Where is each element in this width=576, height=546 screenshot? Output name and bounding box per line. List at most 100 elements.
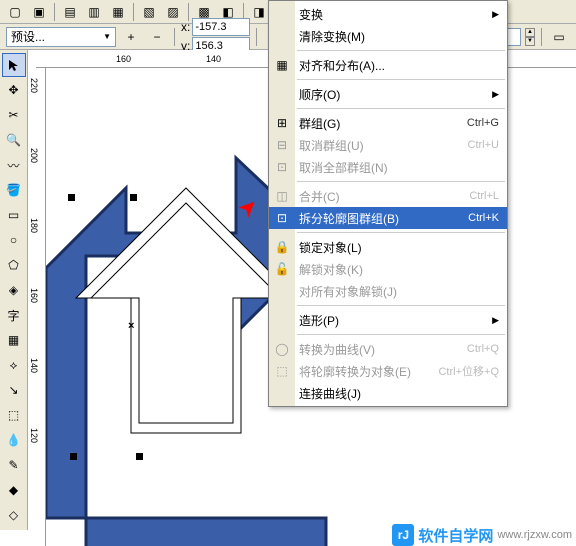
watermark-logo-icon: rJ: [392, 524, 414, 546]
menu-item-shortcut: Ctrl+U: [468, 139, 499, 151]
table-tool[interactable]: ▦: [2, 328, 26, 352]
rectangle-tool[interactable]: ▭: [2, 203, 26, 227]
menu-item-icon: ⊡: [273, 211, 291, 225]
menu-item-label: 解锁对象(K): [299, 261, 499, 278]
watermark-url: www.rjzxw.com: [497, 529, 572, 541]
remove-preset-button[interactable]: −: [146, 27, 168, 47]
outline-tool[interactable]: ✎: [2, 453, 26, 477]
menu-item-label: 造形(P): [299, 312, 492, 329]
zoom-tool[interactable]: 🔍: [2, 128, 26, 152]
x-label: x:: [181, 20, 190, 34]
interactive-fill-tool[interactable]: ◇: [2, 503, 26, 527]
menu-item-label: 拆分轮廓图群组(B): [299, 210, 468, 227]
menu-item-label: 对齐和分布(A)...: [299, 57, 499, 74]
menu-item-label: 取消全部群组(N): [299, 159, 499, 176]
toolbar-btn[interactable]: ▭: [548, 27, 570, 47]
spinner[interactable]: ▲▼: [525, 28, 535, 46]
menu-item-shortcut: Ctrl+位移+Q: [438, 363, 499, 379]
menu-item: 对所有对象解锁(J): [269, 280, 507, 302]
menu-item[interactable]: 造形(P)▶: [269, 309, 507, 331]
menu-item-label: 取消群组(U): [299, 137, 468, 154]
pick-tool[interactable]: [2, 53, 26, 77]
menu-item-icon: ⊟: [273, 138, 291, 152]
menu-separator: [297, 334, 505, 335]
text-tool[interactable]: 字: [2, 303, 26, 327]
selection-center-icon: ×: [128, 320, 134, 332]
menu-separator: [297, 79, 505, 80]
ellipse-tool[interactable]: ○: [2, 228, 26, 252]
menu-item-icon: ▦: [273, 58, 291, 72]
menu-item-label: 将轮廓转换为对象(E): [299, 363, 438, 380]
menu-item[interactable]: ⊡ 拆分轮廓图群组(B)Ctrl+K: [269, 207, 507, 229]
menu-item-shortcut: Ctrl+L: [469, 190, 499, 202]
toolbar-btn[interactable]: ▣: [28, 2, 50, 22]
toolbar-btn[interactable]: ▤: [59, 2, 81, 22]
menu-item-icon: ◯: [273, 342, 291, 356]
menu-item[interactable]: ▦ 对齐和分布(A)...: [269, 54, 507, 76]
interactive-tool[interactable]: ⬚: [2, 403, 26, 427]
menu-item: ◫ 合并(C)Ctrl+L: [269, 185, 507, 207]
selection-handle[interactable]: [68, 194, 75, 201]
menu-separator: [297, 181, 505, 182]
menu-item: 🔓 解锁对象(K): [269, 258, 507, 280]
watermark-text: 软件自学网: [418, 525, 493, 546]
menu-item-label: 转换为曲线(V): [299, 341, 467, 358]
menu-item-label: 连接曲线(J): [299, 385, 499, 402]
toolbar-btn[interactable]: ▦: [107, 2, 129, 22]
crop-tool[interactable]: ✂: [2, 103, 26, 127]
menu-item: ⊟ 取消群组(U)Ctrl+U: [269, 134, 507, 156]
menu-item-shortcut: Ctrl+K: [468, 212, 499, 224]
menu-item-label: 对所有对象解锁(J): [299, 283, 499, 300]
menu-item-label: 清除变换(M): [299, 28, 499, 45]
toolbar-btn[interactable]: ▥: [83, 2, 105, 22]
menu-separator: [297, 305, 505, 306]
menu-item[interactable]: ⊞ 群组(G)Ctrl+G: [269, 112, 507, 134]
left-toolbox: ✥ ✂ 🔍 〰 🪣 ▭ ○ ⬠ ◈ 字 ▦ ⟡ ↘ ⬚ 💧 ✎ ◆ ◇: [0, 50, 28, 530]
selection-handle[interactable]: [136, 453, 143, 460]
menu-item: ◯ 转换为曲线(V)Ctrl+Q: [269, 338, 507, 360]
preset-dropdown[interactable]: 预设... ▼: [6, 27, 116, 47]
toolbar-btn[interactable]: ▧: [138, 2, 160, 22]
submenu-arrow-icon: ▶: [492, 315, 499, 326]
selection-handle[interactable]: [130, 194, 137, 201]
menu-item-icon: ◫: [273, 189, 291, 203]
menu-item[interactable]: 连接曲线(J): [269, 382, 507, 404]
add-preset-button[interactable]: +: [120, 27, 142, 47]
vertical-ruler: 220 200 180 160 140 120: [28, 68, 46, 546]
menu-item-icon: 🔓: [273, 262, 291, 276]
menu-separator: [297, 50, 505, 51]
menu-item[interactable]: 变换▶: [269, 3, 507, 25]
fill-tool[interactable]: ◆: [2, 478, 26, 502]
menu-item-label: 变换: [299, 6, 492, 23]
dimension-tool[interactable]: ⟡: [2, 353, 26, 377]
menu-item-icon: ⬚: [273, 364, 291, 378]
menu-item[interactable]: 顺序(O)▶: [269, 83, 507, 105]
submenu-arrow-icon: ▶: [492, 9, 499, 20]
basic-shapes-tool[interactable]: ◈: [2, 278, 26, 302]
freehand-tool[interactable]: 〰: [2, 153, 26, 177]
menu-item[interactable]: 清除变换(M): [269, 25, 507, 47]
context-menu: 变换▶清除变换(M)▦对齐和分布(A)...顺序(O)▶⊞群组(G)Ctrl+G…: [268, 0, 508, 407]
menu-item-shortcut: Ctrl+Q: [467, 343, 499, 355]
menu-item-icon: ⊞: [273, 116, 291, 130]
shape-tool[interactable]: ✥: [2, 78, 26, 102]
connector-tool[interactable]: ↘: [2, 378, 26, 402]
menu-separator: [297, 232, 505, 233]
polygon-tool[interactable]: ⬠: [2, 253, 26, 277]
selection-handle[interactable]: [70, 453, 77, 460]
menu-item[interactable]: 🔒 锁定对象(L): [269, 236, 507, 258]
toolbar-btn[interactable]: ◨: [248, 2, 270, 22]
toolbar-btn[interactable]: ▢: [4, 2, 26, 22]
menu-item-label: 合并(C): [299, 188, 469, 205]
menu-item-icon: 🔒: [273, 240, 291, 254]
x-coord-input[interactable]: -157.3: [192, 18, 250, 36]
eyedropper-tool[interactable]: 💧: [2, 428, 26, 452]
menu-item-label: 顺序(O): [299, 86, 492, 103]
menu-item-shortcut: Ctrl+G: [467, 117, 499, 129]
menu-item-label: 群组(G): [299, 115, 467, 132]
watermark: rJ 软件自学网 www.rjzxw.com: [392, 524, 572, 546]
preset-label: 预设...: [11, 28, 45, 45]
chevron-down-icon: ▼: [103, 32, 111, 41]
smart-fill-tool[interactable]: 🪣: [2, 178, 26, 202]
menu-item-label: 锁定对象(L): [299, 239, 499, 256]
